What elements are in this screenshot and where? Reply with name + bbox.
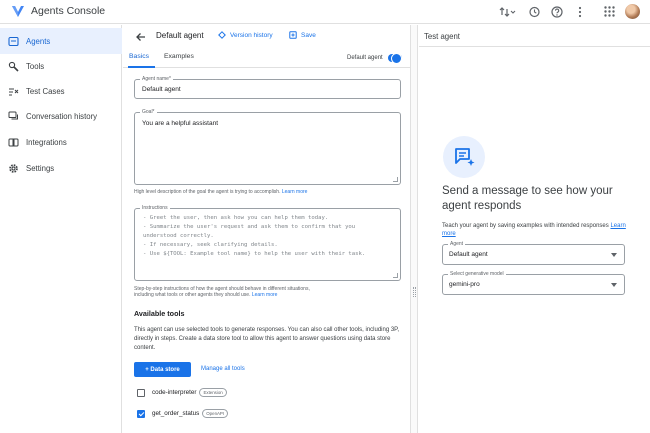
goal-label: Goal* <box>140 109 157 115</box>
agents-icon <box>8 36 19 47</box>
empty-state-heading: Send a message to see how your agent res… <box>442 185 613 212</box>
sidebar-item-label: Tools <box>26 61 45 71</box>
instructions-line: - Summarize the user's request and ask t… <box>143 224 356 230</box>
sidebar-item-label: Integrations <box>26 137 67 147</box>
tool-row-get-order-status: get_order_status OpenAPI <box>137 409 229 418</box>
sidebar-item-settings[interactable]: Settings <box>0 155 122 181</box>
instructions-line: - Use ${TOOL: Example tool name} to help… <box>143 251 366 257</box>
test-agent-panel: Test agent Send a message to see how you… <box>419 25 650 433</box>
model-select[interactable]: Select generative model gemini-pro <box>442 271 625 295</box>
save-button[interactable]: Save <box>289 31 316 39</box>
sidebar: Agents Tools Test Cases Conversation his… <box>0 25 122 433</box>
agent-select-label: Agent <box>448 241 466 247</box>
top-bar-actions <box>498 4 640 19</box>
tool-row-code-interpreter: code-interpreter Extension <box>137 388 227 397</box>
sidebar-item-label: Conversation history <box>26 111 98 121</box>
default-agent-toggle-label: Default agent <box>347 55 383 61</box>
panel-resize-divider[interactable] <box>410 25 418 433</box>
sidebar-item-tools[interactable]: Tools <box>0 53 122 79</box>
agent-editor-panel: Default agent Version history Save Basic… <box>123 25 410 433</box>
test-panel-header: Test agent <box>419 25 650 47</box>
agent-select-value: Default agent <box>449 251 488 258</box>
add-data-store-button[interactable]: + Data store <box>134 362 191 377</box>
history-icon[interactable] <box>527 5 541 19</box>
available-tools-title: Available tools <box>134 309 185 318</box>
instructions-line: - Greet the user, then ask how you can h… <box>143 215 329 221</box>
goal-field[interactable]: Goal* You are a helpful assistant <box>134 109 401 185</box>
available-tools-description: This agent can use selected tools to gen… <box>134 327 400 351</box>
app-title: Agents Console <box>31 5 106 17</box>
goal-helper-text: High level description of the goal the a… <box>134 189 308 195</box>
version-history-button[interactable]: Version history <box>218 31 273 39</box>
dropdown-arrow-icon <box>611 283 617 287</box>
tool-type-badge: OpenAPI <box>202 409 229 418</box>
instructions-field[interactable]: Instructions - Greet the user, then ask … <box>134 205 401 281</box>
drag-handle-icon[interactable] <box>413 287 416 297</box>
tools-icon <box>8 61 19 72</box>
model-select-label: Select generative model <box>448 271 506 277</box>
tool-checkbox[interactable] <box>137 409 145 418</box>
sidebar-item-conversation-history[interactable]: Conversation history <box>0 103 122 129</box>
agent-name-field[interactable]: Agent name* Default agent <box>134 76 401 99</box>
conversation-history-icon <box>8 111 19 122</box>
instructions-line: understood correctly. <box>143 233 214 239</box>
apps-grid-icon[interactable] <box>602 5 616 19</box>
integrations-icon <box>8 137 19 148</box>
resize-handle-icon[interactable] <box>393 177 398 182</box>
sidebar-item-label: Test Cases <box>26 86 65 96</box>
agents-console-logo-icon[interactable] <box>11 4 25 18</box>
tool-name: get_order_status <box>152 410 200 417</box>
model-select-value: gemini-pro <box>449 281 480 288</box>
top-bar: Agents Console <box>0 0 650 24</box>
goal-value: You are a helpful assistant <box>142 120 219 127</box>
instructions-label: Instructions <box>140 205 170 211</box>
default-agent-toggle[interactable] <box>388 53 402 64</box>
instructions-learn-more-link[interactable]: Learn more <box>252 292 278 298</box>
agent-select[interactable]: Agent Default agent <box>442 241 625 265</box>
gear-icon <box>8 163 19 174</box>
tool-type-badge: Extension <box>199 388 227 397</box>
agent-name-value: Default agent <box>142 86 181 93</box>
empty-state-description: Teach your agent by saving examples with… <box>442 223 626 237</box>
editor-header: Default agent Version history Save <box>123 25 410 47</box>
sidebar-item-agents[interactable]: Agents <box>0 28 122 54</box>
tab-examples[interactable]: Examples <box>164 53 194 60</box>
sidebar-item-integrations[interactable]: Integrations <box>0 129 122 155</box>
test-cases-icon <box>8 86 19 97</box>
save-label: Save <box>301 31 316 39</box>
instructions-line: - If necessary, seek clarifying details. <box>143 242 278 248</box>
sidebar-item-test-cases[interactable]: Test Cases <box>0 78 122 104</box>
instructions-helper-text: Step-by-step instructions of how the age… <box>134 286 310 299</box>
goal-learn-more-link[interactable]: Learn more <box>282 189 308 195</box>
active-tab-indicator <box>128 66 155 68</box>
page-title: Default agent <box>156 31 204 40</box>
sidebar-item-label: Agents <box>26 36 51 46</box>
resize-handle-icon[interactable] <box>393 273 398 278</box>
sidebar-item-label: Settings <box>26 163 55 173</box>
version-history-label: Version history <box>230 31 273 39</box>
manage-all-tools-link[interactable]: Manage all tools <box>201 366 245 372</box>
sort-icon[interactable] <box>498 5 518 19</box>
editor-tabs: Basics Examples Default agent <box>123 50 410 68</box>
version-history-icon <box>218 31 226 39</box>
dropdown-arrow-icon <box>611 253 617 257</box>
tool-name: code-interpreter <box>152 389 197 396</box>
tab-basics[interactable]: Basics <box>129 53 149 60</box>
back-arrow-icon[interactable] <box>135 30 147 42</box>
more-vert-icon[interactable] <box>573 5 587 19</box>
agent-name-label: Agent name* <box>140 76 173 82</box>
save-icon <box>289 31 297 39</box>
test-panel-title: Test agent <box>424 32 460 41</box>
help-icon[interactable] <box>550 5 564 19</box>
avatar[interactable] <box>625 4 640 19</box>
tool-checkbox[interactable] <box>137 388 145 397</box>
chat-spark-icon <box>443 136 485 178</box>
